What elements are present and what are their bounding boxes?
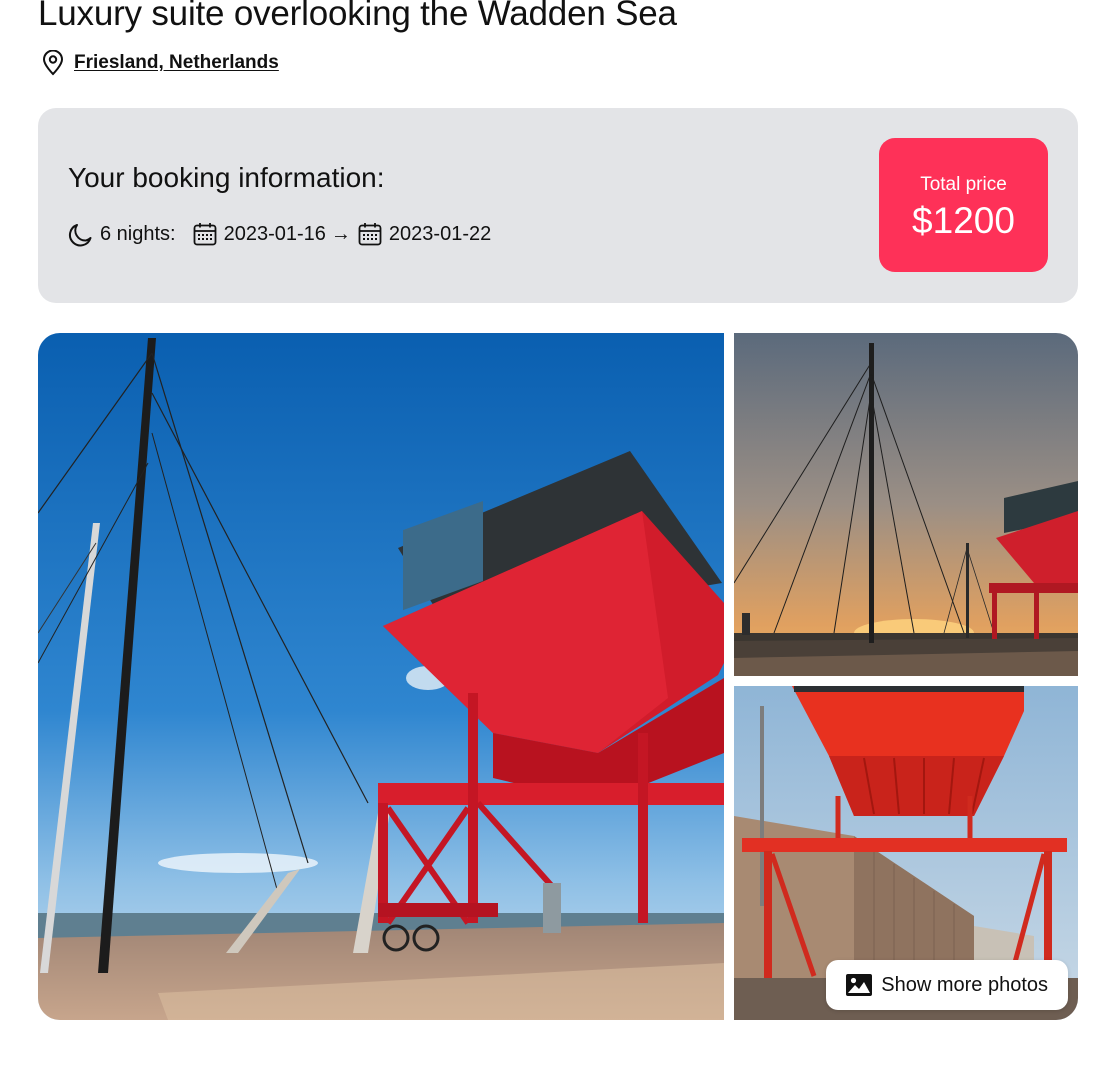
image-icon — [846, 974, 873, 996]
moon-icon — [68, 221, 94, 247]
total-price-value: $1200 — [912, 200, 1015, 241]
location-pin-icon — [40, 50, 66, 76]
total-price-label: Total price — [920, 174, 1007, 195]
show-more-photos-label: Show more photos — [881, 973, 1048, 996]
total-price-badge: Total price $1200 — [879, 138, 1048, 272]
main-photo[interactable] — [38, 333, 724, 1020]
building-photo[interactable]: Show more photos — [734, 686, 1078, 1020]
show-more-photos-button[interactable]: Show more photos — [826, 960, 1068, 1010]
page-title: Luxury suite overlooking the Wadden Sea — [38, 0, 677, 33]
location-link[interactable]: Friesland, Netherlands — [74, 52, 279, 74]
booking-info-panel: Your booking information: 6 nights: 2023… — [38, 108, 1078, 303]
date-arrow: → — [330, 222, 351, 245]
photo-gallery: Show more photos — [38, 333, 1078, 1020]
nights-count: 6 nights: — [100, 222, 176, 245]
location: Friesland, Netherlands — [40, 50, 279, 76]
calendar-icon — [192, 221, 218, 247]
check-in-date: 2023-01-16 — [223, 222, 326, 245]
booking-dates: 6 nights: 2023-01-16 → 2023-01-22 — [68, 221, 491, 247]
check-out-date: 2023-01-22 — [388, 222, 492, 245]
sunset-photo[interactable] — [734, 333, 1078, 676]
calendar-icon — [357, 221, 383, 247]
booking-heading: Your booking information: — [68, 162, 385, 193]
